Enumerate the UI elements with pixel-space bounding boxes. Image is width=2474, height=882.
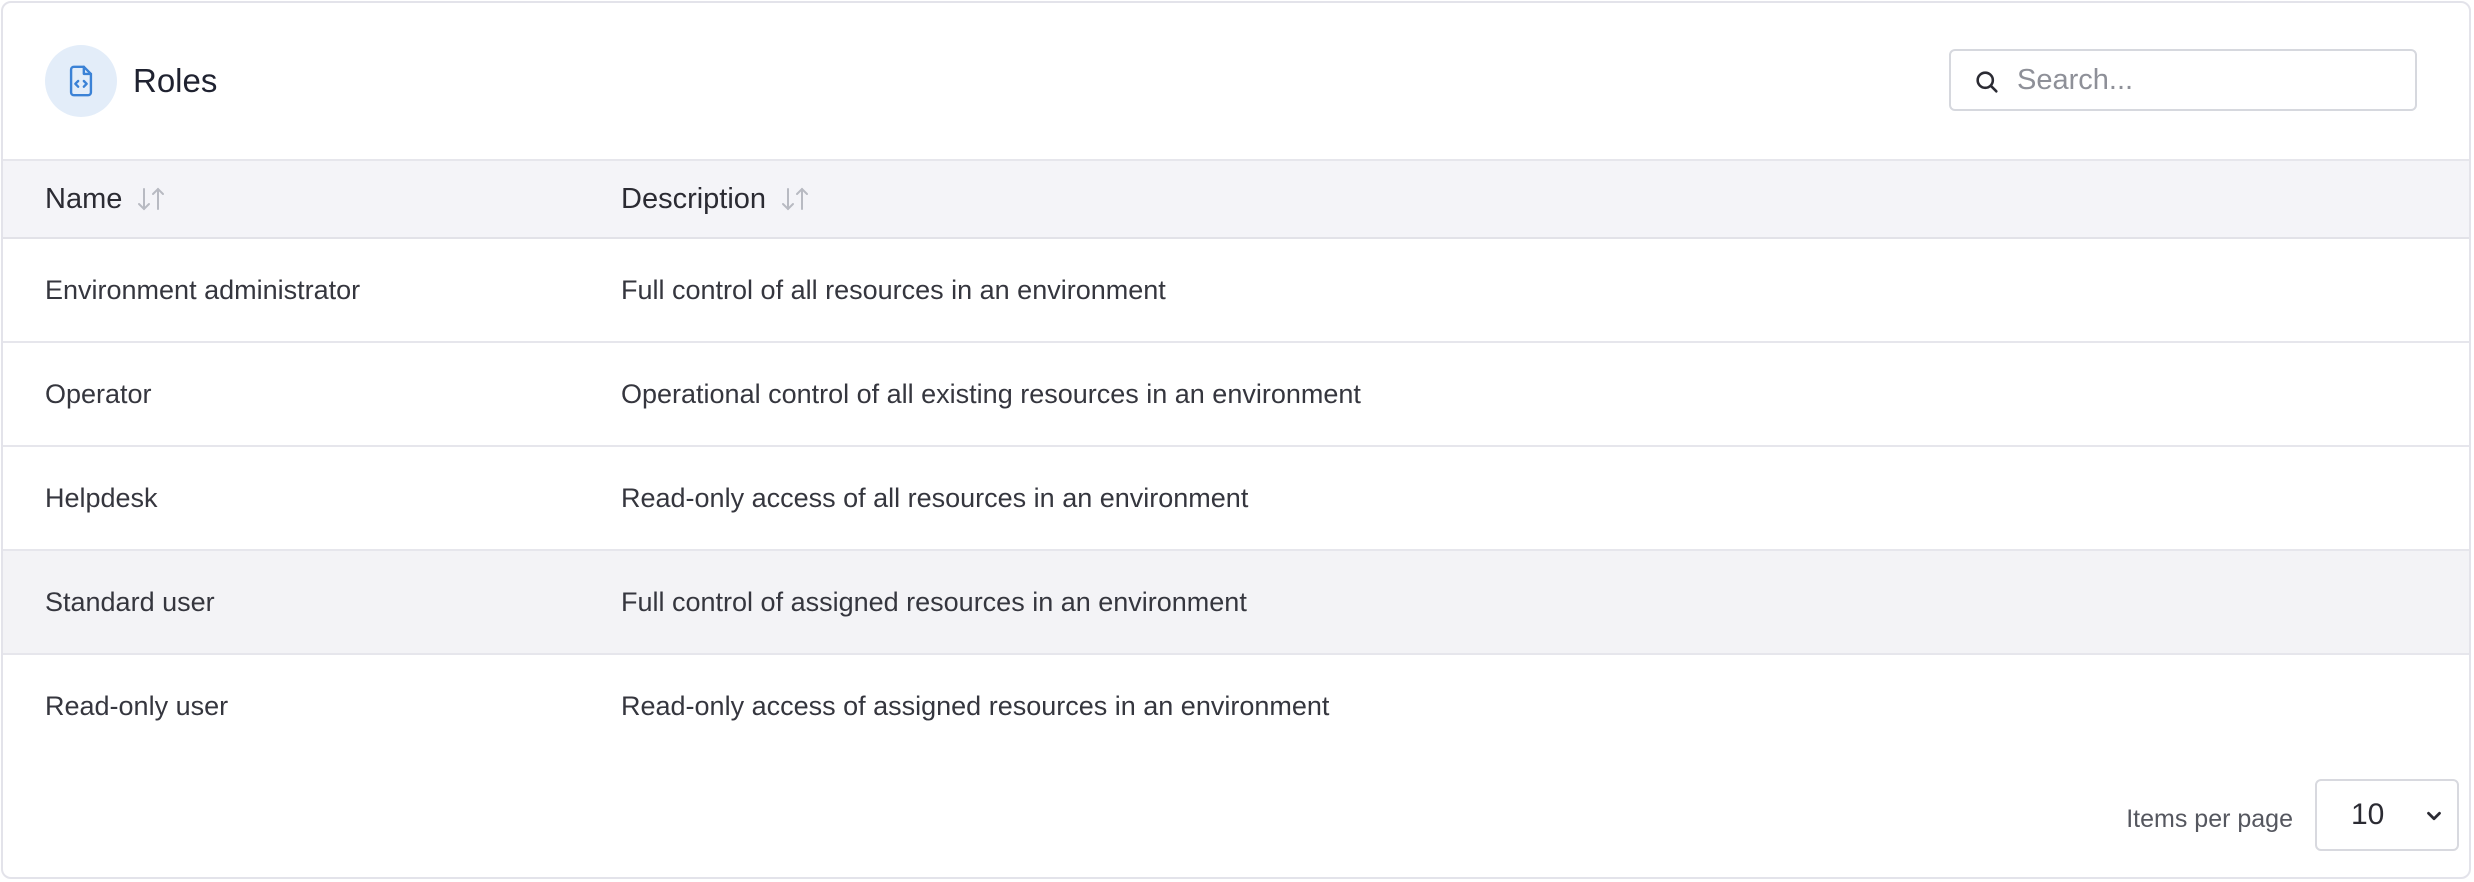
table-header-row: Name Description <box>3 160 2469 238</box>
table-row[interactable]: Read-only user Read-only access of assig… <box>3 654 2469 758</box>
page-title: Roles <box>133 62 218 99</box>
cell-name: Environment administrator <box>45 274 361 305</box>
cell-description: Read-only access of assigned resources i… <box>621 691 1330 721</box>
sort-icon[interactable] <box>778 184 812 214</box>
items-per-page-value: 10 <box>2351 798 2385 831</box>
cell-name: Standard user <box>45 586 215 617</box>
chevron-down-icon <box>2427 811 2441 821</box>
column-header-description[interactable]: Description <box>621 160 2469 238</box>
pagination-footer: Items per page 10 <box>3 759 2469 877</box>
items-per-page-select[interactable]: 10 <box>2315 779 2459 851</box>
cell-description: Read-only access of all resources in an … <box>621 482 1249 513</box>
search-input[interactable] <box>2017 57 2397 103</box>
items-per-page-label: Items per page <box>2126 805 2293 833</box>
table-row[interactable]: Helpdesk Read-only access of all resourc… <box>3 446 2469 550</box>
document-code-icon <box>45 45 117 117</box>
cell-name: Operator <box>45 378 152 409</box>
cell-name: Read-only user <box>45 691 229 721</box>
search-icon <box>1976 71 1998 93</box>
column-header-label: Name <box>45 182 123 215</box>
sort-icon[interactable] <box>134 184 168 214</box>
search-box[interactable] <box>1949 49 2417 111</box>
column-header-name[interactable]: Name <box>3 160 621 238</box>
cell-description: Full control of all resources in an envi… <box>621 274 1166 305</box>
table-row[interactable]: Environment administrator Full control o… <box>3 238 2469 342</box>
roles-table: Name Description Environment administrat… <box>3 159 2469 758</box>
card-header: Roles <box>3 3 2469 159</box>
table-row[interactable]: Standard user Full control of assigned r… <box>3 550 2469 654</box>
table-row[interactable]: Operator Operational control of all exis… <box>3 342 2469 446</box>
cell-name: Helpdesk <box>45 482 158 513</box>
cell-description: Operational control of all existing reso… <box>621 378 1361 409</box>
cell-description: Full control of assigned resources in an… <box>621 586 1247 617</box>
column-header-label: Description <box>621 182 767 215</box>
roles-card: Roles Name <box>1 1 2471 879</box>
